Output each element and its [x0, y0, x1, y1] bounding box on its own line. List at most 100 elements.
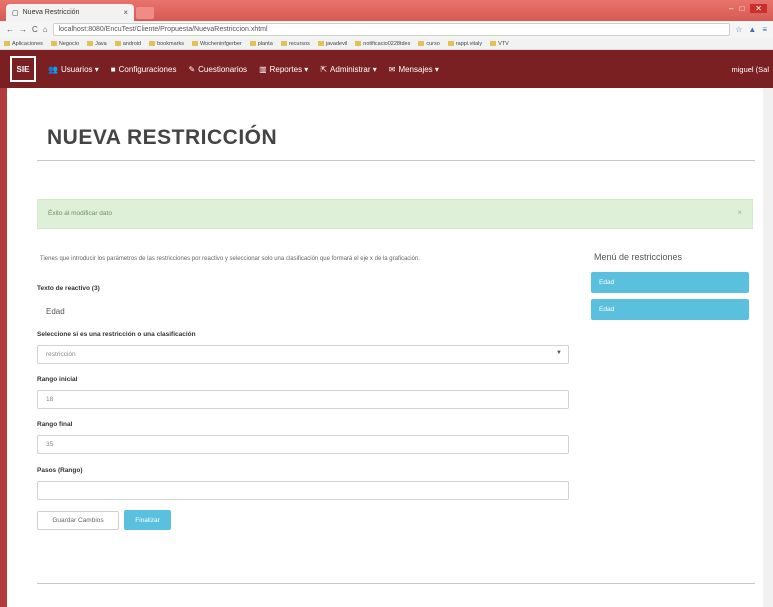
menu-icon[interactable]: ≡ [762, 25, 767, 34]
folder-icon [114, 41, 121, 46]
pasos-input[interactable] [37, 481, 569, 500]
nav-item[interactable]: ⇱ Administrar ▾ [320, 65, 376, 74]
chevron-down-icon: ▼ [556, 350, 562, 356]
tab-close-icon[interactable]: × [123, 8, 128, 17]
sidebar-item-edad[interactable]: Edad [591, 272, 749, 293]
rango-final-input[interactable]: 35 [37, 435, 569, 454]
folder-icon [317, 41, 324, 46]
bookmark-label: Wocheninfgerber [199, 40, 242, 47]
bookmark-item[interactable]: javadevil [317, 40, 348, 47]
folder-icon [355, 41, 362, 46]
extension-icon[interactable]: ▲ [748, 25, 756, 34]
bookmark-item[interactable]: bookmarks [149, 41, 184, 47]
reactivo-label: Texto de reactivo (3) [37, 285, 100, 292]
bookmark-item[interactable]: notificacio0228tdes [355, 41, 410, 47]
nav-item-label: Cuestionarios [198, 64, 248, 74]
bookmark-label: Java [95, 40, 107, 47]
alert-close-icon[interactable]: × [737, 208, 742, 217]
minimize-button[interactable]: – [729, 4, 733, 13]
star-icon[interactable]: ☆ [735, 25, 742, 34]
bookmark-label: Negocio [58, 40, 80, 47]
mail-icon: ✉ [388, 64, 396, 74]
finalizar-button[interactable]: Finalizar [124, 510, 171, 530]
nav-item[interactable]: ▥ Reportes ▾ [259, 65, 308, 74]
folder-icon [418, 41, 425, 46]
bookmark-label: curso [426, 40, 440, 47]
nav-item-label: Mensajes ▾ [398, 64, 439, 74]
guardar-cambios-button[interactable]: Guardar Cambios [37, 511, 119, 530]
nav-item-label: Administrar ▾ [330, 64, 377, 74]
bookmark-item[interactable]: recursos [280, 40, 310, 47]
folder-icon [447, 41, 454, 46]
bookmark-label: recursos [288, 40, 310, 47]
bookmark-item[interactable]: rappi.vitaly [447, 40, 483, 47]
browser-titlebar: ▢ Nueva Restricción × – □ ✕ [0, 0, 773, 21]
tipo-label: Seleccione si es una restricción o una c… [37, 331, 196, 338]
form-description: Tienes que introducir los parámetros de … [40, 256, 420, 262]
user-menu[interactable]: miguel (Sal [731, 65, 769, 74]
folder-icon [191, 41, 198, 46]
bookmark-item[interactable]: curso [418, 40, 440, 47]
url-input[interactable]: localhost:8080/EncuTest/Cliente/Propuest… [52, 23, 731, 36]
window-close-button[interactable]: ✕ [750, 4, 767, 13]
bookmarks-bar: Aplicaciones Negocio Java android bookmarks W… [0, 38, 773, 50]
home-icon[interactable]: ⌂ [43, 25, 48, 34]
rango-inicial-label: Rango inicial [37, 376, 78, 383]
bookmark-label: bookmarks [157, 40, 184, 47]
bookmark-label: rappi.vitaly [455, 40, 483, 47]
rango-inicial-input[interactable]: 18 [37, 390, 569, 409]
browser-tab[interactable]: ▢ Nueva Restricción × [6, 4, 134, 21]
sidebar-title: Menú de restricciones [594, 252, 683, 262]
new-tab-button[interactable] [136, 7, 154, 19]
bookmark-item[interactable]: Aplicaciones [4, 41, 43, 47]
alert-text: Éxito al modificar dato [48, 210, 112, 217]
folder-icon [87, 41, 94, 46]
reload-icon[interactable]: C [32, 25, 38, 34]
chart-icon: ▥ [259, 64, 267, 74]
folder-icon [50, 41, 57, 46]
nav-item[interactable]: ✉ Mensajes ▾ [389, 65, 439, 74]
page-title: NUEVA RESTRICCIÓN [47, 126, 278, 149]
page-scrollbar[interactable] [763, 88, 773, 607]
nav-item[interactable]: ✎ Cuestionarios [188, 65, 247, 74]
bookmark-item[interactable]: Negocio [50, 40, 80, 47]
nav-item-label: Usuarios ▾ [60, 64, 99, 74]
bookmark-label: javadevil [325, 40, 348, 47]
users-icon: 👥 [48, 64, 58, 74]
success-alert: Éxito al modificar dato × [37, 199, 753, 229]
back-icon[interactable]: ← [6, 25, 14, 34]
nav-item-label: Configuraciones [118, 64, 177, 74]
bookmark-label: Aplicaciones [12, 40, 43, 47]
bookmark-label: notificacio0228tdes [363, 40, 411, 47]
bookmark-item[interactable]: Wocheninfgerber [191, 40, 242, 47]
folder-icon [490, 41, 497, 46]
folder-icon [4, 41, 10, 46]
tab-title: Nueva Restricción [22, 9, 80, 16]
folder-icon [280, 41, 287, 46]
reactivo-value: Edad [46, 307, 65, 316]
tipo-select-value: restricción [46, 351, 76, 358]
folder-icon [249, 41, 256, 46]
title-divider [37, 160, 755, 161]
maximize-button[interactable]: □ [739, 4, 744, 13]
bookmark-item[interactable]: planta [249, 40, 273, 47]
bookmark-item[interactable]: VTV [490, 41, 509, 47]
nav-item[interactable]: ■ Configuraciones [111, 65, 177, 74]
bookmark-item[interactable]: android [114, 40, 142, 47]
bookmark-label: planta [257, 40, 273, 47]
nav-item-label: Reportes ▾ [269, 64, 309, 74]
bottom-divider [37, 583, 755, 584]
share-icon: ⇱ [320, 64, 328, 74]
pasos-label: Pasos (Rango) [37, 467, 83, 474]
page-favicon-icon: ▢ [12, 9, 19, 17]
page-left-edge [0, 88, 7, 607]
sidebar-item-edad[interactable]: Edad [591, 299, 749, 320]
nav-item[interactable]: 👥 Usuarios ▾ [48, 65, 99, 74]
forward-icon[interactable]: → [19, 25, 27, 34]
bookmark-item[interactable]: Java [87, 41, 107, 47]
app-logo[interactable]: SIE [10, 56, 36, 82]
bookmark-label: android [122, 40, 142, 47]
rango-final-label: Rango final [37, 421, 73, 428]
app-navbar: SIE 👥 Usuarios ▾ ■ Configuraciones ✎ Cuestion… [0, 50, 773, 88]
tipo-select[interactable]: restricción ▼ [37, 345, 569, 364]
